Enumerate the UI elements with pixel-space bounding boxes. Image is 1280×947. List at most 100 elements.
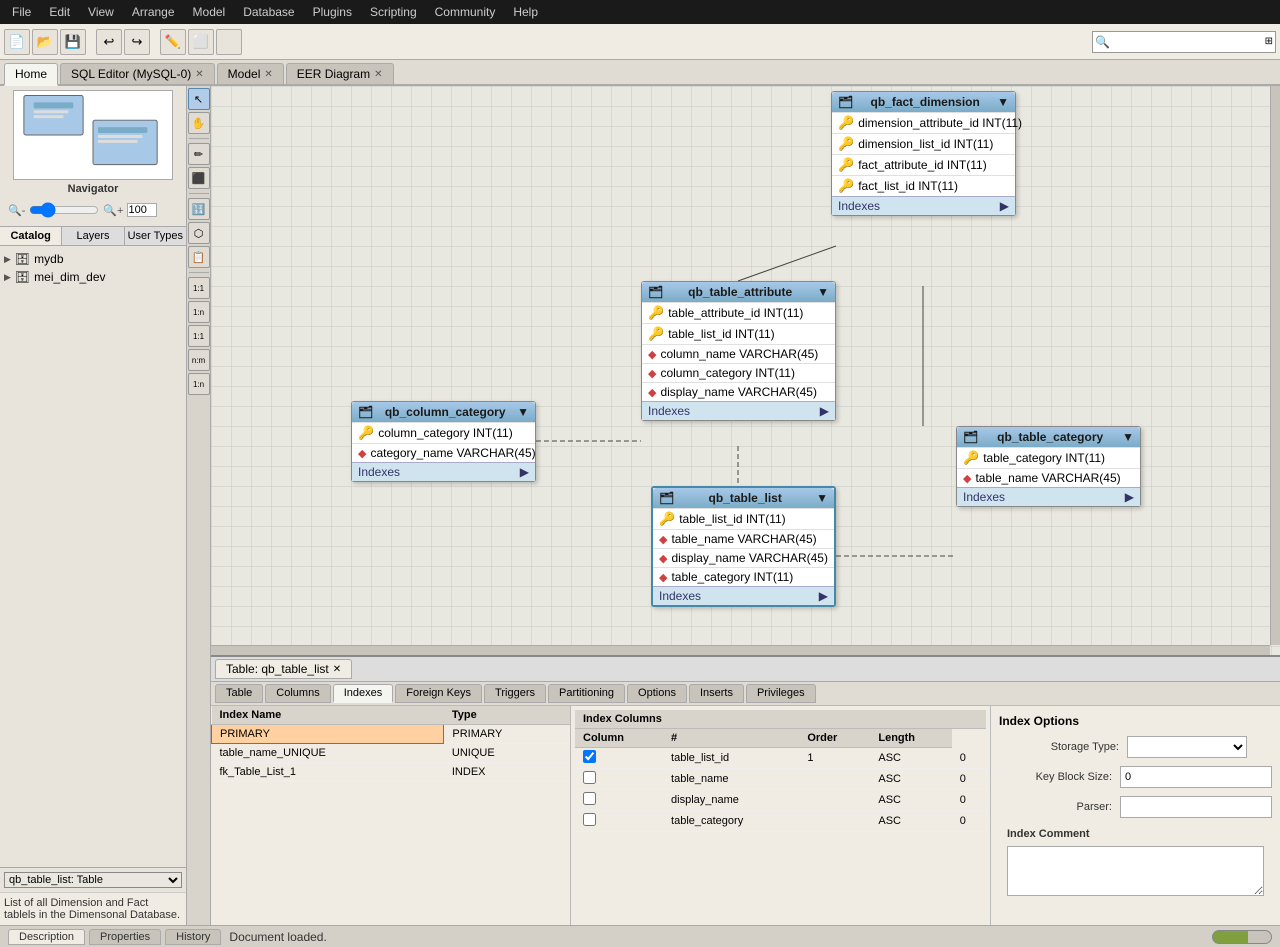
tab-eer-close[interactable]: ✕	[374, 69, 382, 80]
inner-tab-fk[interactable]: Foreign Keys	[395, 684, 482, 703]
view-button[interactable]: ⬜	[188, 29, 214, 55]
desc-tab-description[interactable]: Description	[8, 929, 85, 945]
zoom-out-icon[interactable]: 🔍-	[8, 204, 25, 217]
idx-checkbox[interactable]	[583, 813, 596, 826]
tool-draw[interactable]: ✏	[188, 143, 210, 165]
parser-input[interactable]	[1120, 796, 1272, 818]
tool-1-1[interactable]: 1:1	[188, 277, 210, 299]
menu-plugins[interactable]: Plugins	[305, 3, 360, 21]
tool-count[interactable]: 🔢	[188, 198, 210, 220]
er-table-qb-table-category[interactable]: 🗂 qb_table_category ▼ 🔑table_category IN…	[956, 426, 1141, 507]
tab-sql-close[interactable]: ✕	[195, 69, 203, 80]
er-diagram-canvas[interactable]: 🗂 qb_fact_dimension ▼ 🔑dimension_attribu…	[211, 86, 1280, 655]
er-indexes-row[interactable]: Indexes▶	[642, 401, 835, 420]
tab-sql-editor[interactable]: SQL Editor (MySQL-0) ✕	[60, 63, 215, 84]
inner-tab-columns[interactable]: Columns	[265, 684, 330, 703]
table-expand-icon[interactable]: ▼	[816, 491, 828, 505]
tool-rect[interactable]: ⬛	[188, 167, 210, 189]
er-indexes-row[interactable]: Indexes▶	[352, 462, 535, 481]
menu-scripting[interactable]: Scripting	[362, 3, 425, 21]
btab-table[interactable]: Table: qb_table_list ✕	[215, 659, 352, 679]
zoom-slider[interactable]	[29, 202, 99, 218]
cat-tab-layers[interactable]: Layers	[62, 227, 124, 245]
er-indexes-row[interactable]: Indexes▶	[957, 487, 1140, 506]
desc-tab-properties[interactable]: Properties	[89, 929, 161, 945]
horizontal-scrollbar[interactable]	[211, 645, 1270, 655]
idx-checkbox[interactable]	[583, 792, 596, 805]
index-comment-textarea[interactable]	[1007, 846, 1264, 896]
er-table-qb-table-attribute[interactable]: 🗂 qb_table_attribute ▼ 🔑table_attribute_…	[641, 281, 836, 421]
menu-model[interactable]: Model	[185, 3, 234, 21]
table-row[interactable]: table_name_UNIQUE UNIQUE	[212, 744, 571, 763]
table-row[interactable]: fk_Table_List_1 INDEX	[212, 763, 571, 782]
inner-tab-inserts[interactable]: Inserts	[689, 684, 744, 703]
index-name-cell[interactable]: table_name_UNIQUE	[212, 744, 444, 763]
index-name-cell[interactable]: fk_Table_List_1	[212, 763, 444, 782]
menu-help[interactable]: Help	[505, 3, 546, 21]
inner-tab-partitioning[interactable]: Partitioning	[548, 684, 625, 703]
cat-tab-usertypes[interactable]: User Types	[125, 227, 186, 245]
tool-pan[interactable]: ✋	[188, 112, 210, 134]
tool-1-n-ref[interactable]: 1:n	[188, 373, 210, 395]
er-table-qb-column-category[interactable]: 🗂 qb_column_category ▼ 🔑column_category …	[351, 401, 536, 482]
storage-type-select[interactable]: BTREE HASH	[1127, 736, 1247, 758]
empty-button[interactable]	[216, 29, 242, 55]
menu-database[interactable]: Database	[235, 3, 302, 21]
tool-1-n[interactable]: 1:n	[188, 301, 210, 323]
idx-col-name: table_name	[663, 769, 799, 790]
table-select-dropdown[interactable]: qb_table_list: Table	[4, 872, 182, 888]
zoom-in-icon[interactable]: 🔍+	[103, 204, 123, 217]
menu-view[interactable]: View	[80, 3, 122, 21]
tool-copy[interactable]: 📋	[188, 246, 210, 268]
table-expand-icon[interactable]: ▼	[817, 285, 829, 299]
menu-arrange[interactable]: Arrange	[124, 3, 183, 21]
redo-button[interactable]: ↪	[124, 29, 150, 55]
menu-edit[interactable]: Edit	[41, 3, 78, 21]
save-button[interactable]: 💾	[60, 29, 86, 55]
search-icon[interactable]: 🔍	[1093, 32, 1113, 52]
tool-select[interactable]: ↖	[188, 88, 210, 110]
inner-tab-options[interactable]: Options	[627, 684, 687, 703]
tool-layer[interactable]: ⬡	[188, 222, 210, 244]
er-indexes-row[interactable]: Indexes▶	[653, 586, 834, 605]
menu-file[interactable]: File	[4, 3, 39, 21]
inner-tab-triggers[interactable]: Triggers	[484, 684, 546, 703]
tool-1-1b[interactable]: 1:1	[188, 325, 210, 347]
zoom-input[interactable]	[127, 203, 157, 217]
tab-model[interactable]: Model ✕	[217, 63, 284, 84]
er-table-qb-table-list[interactable]: 🗂 qb_table_list ▼ 🔑table_list_id INT(11)…	[651, 486, 836, 607]
tab-eer[interactable]: EER Diagram ✕	[286, 63, 394, 84]
open-button[interactable]: 📂	[32, 29, 58, 55]
index-name-cell[interactable]: PRIMARY	[212, 725, 444, 744]
undo-button[interactable]: ↩	[96, 29, 122, 55]
table-row[interactable]: PRIMARY PRIMARY	[212, 725, 571, 744]
vertical-scrollbar[interactable]	[1270, 86, 1280, 645]
tree-item-mydb[interactable]: ▶ 🗄 mydb	[4, 250, 182, 268]
search-expand-icon[interactable]: ⊞	[1263, 36, 1275, 47]
inner-tab-table[interactable]: Table	[215, 684, 263, 703]
key-block-size-input[interactable]	[1120, 766, 1272, 788]
table-expand-icon[interactable]: ▼	[1122, 430, 1134, 444]
er-indexes-row[interactable]: Indexes▶	[832, 196, 1015, 215]
tab-home[interactable]: Home	[4, 63, 58, 86]
edit-button[interactable]: ✏️	[160, 29, 186, 55]
er-table-qb-fact-dimension[interactable]: 🗂 qb_fact_dimension ▼ 🔑dimension_attribu…	[831, 91, 1016, 216]
idx-col-order: ASC	[870, 769, 951, 790]
new-button[interactable]: 📄	[4, 29, 30, 55]
btab-close[interactable]: ✕	[333, 664, 341, 675]
tab-model-close[interactable]: ✕	[264, 69, 272, 80]
tree-mydb-label: mydb	[34, 252, 63, 266]
table-expand-icon[interactable]: ▼	[517, 405, 529, 419]
inner-tab-privileges[interactable]: Privileges	[746, 684, 816, 703]
search-input[interactable]	[1113, 35, 1263, 49]
idx-checkbox[interactable]	[583, 771, 596, 784]
idx-checkbox[interactable]	[583, 750, 596, 763]
tree-item-meidimdev[interactable]: ▶ 🗄 mei_dim_dev	[4, 268, 182, 286]
desc-tab-history[interactable]: History	[165, 929, 221, 945]
cat-tab-catalog[interactable]: Catalog	[0, 227, 62, 245]
table-expand-icon[interactable]: ▼	[997, 95, 1009, 109]
tool-n-m[interactable]: n:m	[188, 349, 210, 371]
menu-community[interactable]: Community	[427, 3, 504, 21]
inner-tab-indexes[interactable]: Indexes	[333, 684, 394, 703]
er-field: ◆table_name VARCHAR(45)	[957, 468, 1140, 487]
